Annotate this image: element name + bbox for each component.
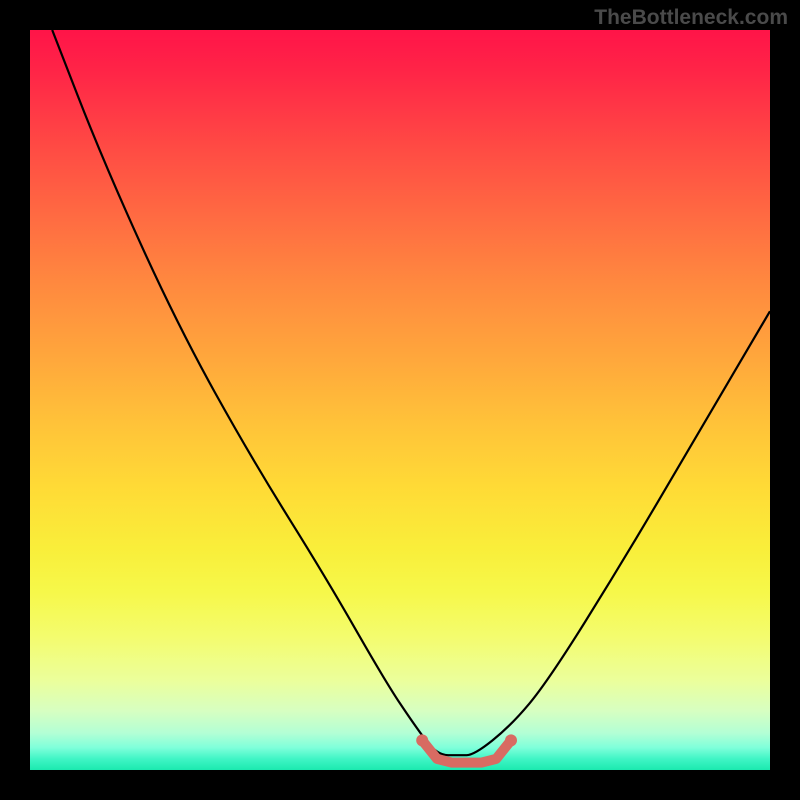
chart-svg (30, 30, 770, 770)
watermark-text: TheBottleneck.com (594, 6, 788, 30)
plot-area (30, 30, 770, 770)
highlight-dot (416, 734, 428, 746)
bottleneck-curve-line (52, 30, 770, 755)
highlight-dot (505, 734, 517, 746)
highlight-zone-line (422, 740, 511, 762)
